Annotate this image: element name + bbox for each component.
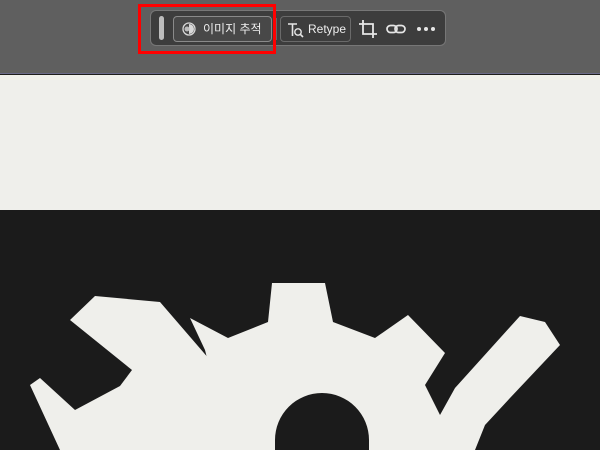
screwdriver-shape xyxy=(440,316,560,450)
tools-artwork xyxy=(30,283,560,450)
app-top-bar: 이미지 추적 Retype xyxy=(0,0,600,74)
link-icon[interactable] xyxy=(385,18,407,40)
retype-icon xyxy=(288,23,304,38)
highlight-box xyxy=(138,4,276,54)
crop-icon[interactable] xyxy=(357,18,379,40)
retype-label: Retype xyxy=(308,22,347,36)
more-icon[interactable] xyxy=(415,18,437,40)
canvas-light-region xyxy=(0,75,600,210)
gear-shape xyxy=(190,283,445,450)
retype-button[interactable]: Retype xyxy=(280,16,351,42)
toolbar-divider xyxy=(276,18,277,40)
wrench-shape xyxy=(30,296,240,450)
